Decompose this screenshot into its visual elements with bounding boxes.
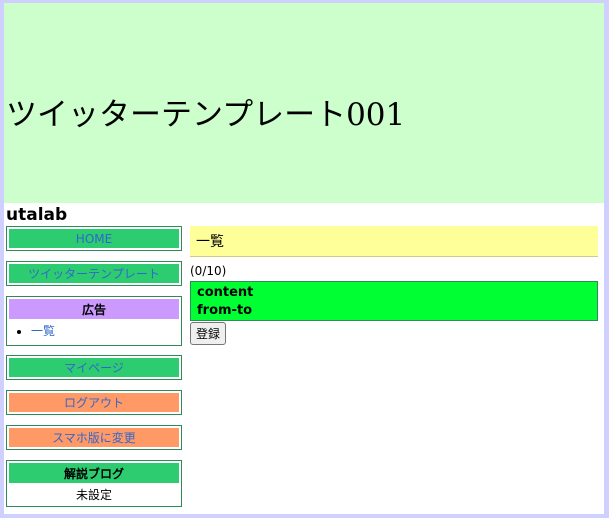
register-button[interactable]: 登録 bbox=[190, 322, 227, 345]
user-name: utalab bbox=[6, 205, 68, 225]
smartphone-version-link[interactable]: スマホ版に変更 bbox=[9, 428, 179, 447]
logout-button[interactable]: ログアウト bbox=[6, 390, 182, 415]
ad-box: 広告 一覧 bbox=[6, 296, 182, 346]
twitter-template-link[interactable]: ツイッターテンプレート bbox=[9, 264, 179, 283]
blog-heading: 解説ブログ bbox=[9, 463, 179, 483]
blog-value: 未設定 bbox=[75, 488, 112, 502]
character-counter: (0/10) bbox=[190, 264, 227, 278]
twitter-template-button[interactable]: ツイッターテンプレート bbox=[6, 261, 182, 286]
list-item: 一覧 bbox=[31, 322, 179, 339]
home-link[interactable]: HOME bbox=[9, 229, 179, 248]
input-line-content: content bbox=[197, 285, 254, 300]
input-line-from-to: from-to bbox=[197, 303, 253, 318]
page-heading: 一覧 bbox=[190, 226, 598, 257]
logout-link[interactable]: ログアウト bbox=[9, 393, 179, 412]
site-header: ツイッターテンプレート001 bbox=[4, 3, 604, 203]
smartphone-version-button[interactable]: スマホ版に変更 bbox=[6, 425, 182, 450]
mypage-button[interactable]: マイページ bbox=[6, 355, 182, 380]
home-button[interactable]: HOME bbox=[6, 226, 182, 251]
blog-box: 解説ブログ 未設定 bbox=[6, 460, 182, 507]
page-frame: ツイッターテンプレート001 utalab HOME ツイッターテンプレート 広… bbox=[4, 3, 604, 514]
ad-list: 一覧 bbox=[9, 322, 179, 339]
ad-list-link[interactable]: 一覧 bbox=[31, 324, 55, 338]
mypage-link[interactable]: マイページ bbox=[9, 358, 179, 377]
site-title: ツイッターテンプレート001 bbox=[6, 97, 406, 133]
tweet-input[interactable]: content from-to bbox=[190, 281, 598, 321]
ad-heading: 広告 bbox=[9, 299, 179, 319]
